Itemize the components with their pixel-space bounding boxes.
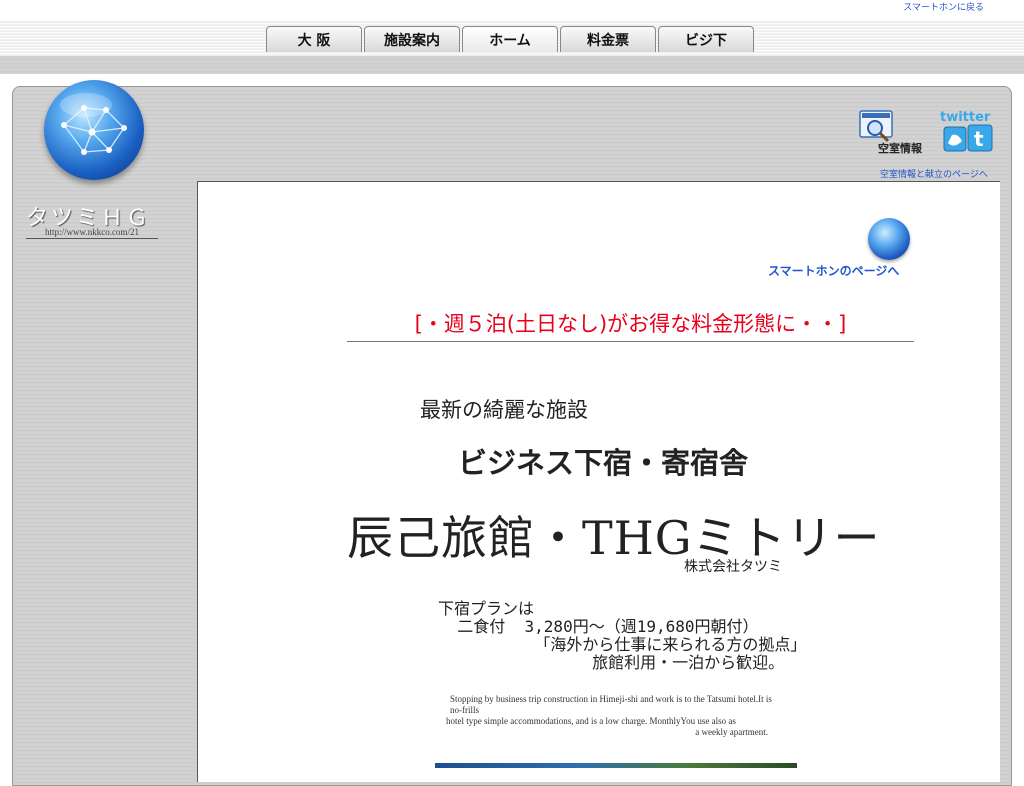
- tagline-facility: 最新の綺麗な施設: [420, 398, 588, 422]
- english-line-4: a weekly apartment.: [695, 727, 768, 737]
- smartphone-globe-icon[interactable]: [868, 218, 910, 260]
- tab-home[interactable]: ホーム: [462, 26, 558, 52]
- tab-business-lodging[interactable]: ビジ下: [658, 26, 754, 52]
- tab-osaka[interactable]: 大 阪: [266, 26, 362, 52]
- tab-facilities[interactable]: 施設案内: [364, 26, 460, 52]
- plan-line-1: 下宿プランは: [438, 599, 535, 618]
- twitter-button[interactable]: twitter t: [938, 109, 996, 155]
- plan-line-3: 「海外から仕事に来られる方の拠点」: [438, 635, 807, 654]
- page-title: 辰己旅館・THGミトリー: [347, 511, 881, 565]
- header-band: [0, 56, 1024, 74]
- top-bar: スマートホンに戻る: [0, 0, 1024, 22]
- english-description: Stopping by business trip construction i…: [446, 694, 772, 738]
- divider: [347, 341, 914, 342]
- vacancy-info-button[interactable]: 空室情報: [858, 109, 932, 155]
- globe-logo-icon: [44, 80, 144, 180]
- vacancy-menu-link[interactable]: 空室情報と献立のページへ: [880, 167, 988, 180]
- twitter-icon-label: twitter: [940, 110, 991, 125]
- smartphone-return-link[interactable]: スマートホンに戻る: [903, 0, 984, 13]
- tab-price-list[interactable]: 料金票: [560, 26, 656, 52]
- plan-line-4: 旅館利用・一泊から歓迎。: [438, 653, 785, 672]
- vacancy-icon-label: 空室情報: [878, 141, 923, 155]
- english-line-1: Stopping by business trip construction i…: [450, 694, 772, 715]
- company-name: 株式会社タツミ: [684, 559, 782, 575]
- tagline-business-lodging: ビジネス下宿・寄宿舎: [458, 446, 749, 480]
- english-line-3: hotel type simple accommodations, and is…: [446, 716, 736, 726]
- plan-description: 下宿プランは 二食付 3,280円～（週19,680円朝付） 「海外から仕事に来…: [438, 600, 806, 672]
- site-url[interactable]: http://www.nkkco.com/21: [26, 227, 158, 239]
- promo-headline: [・週５泊(土日なし)がお得な料金形態に・・]: [414, 312, 847, 336]
- smartphone-page-link[interactable]: スマートホンのページへ: [768, 262, 899, 279]
- svg-text:t: t: [974, 127, 984, 151]
- plan-line-2: 二食付 3,280円～（週19,680円朝付）: [438, 617, 759, 636]
- hotel-photo: [435, 763, 797, 768]
- main-nav: 大 阪 施設案内 ホーム 料金票 ビジ下: [266, 26, 754, 52]
